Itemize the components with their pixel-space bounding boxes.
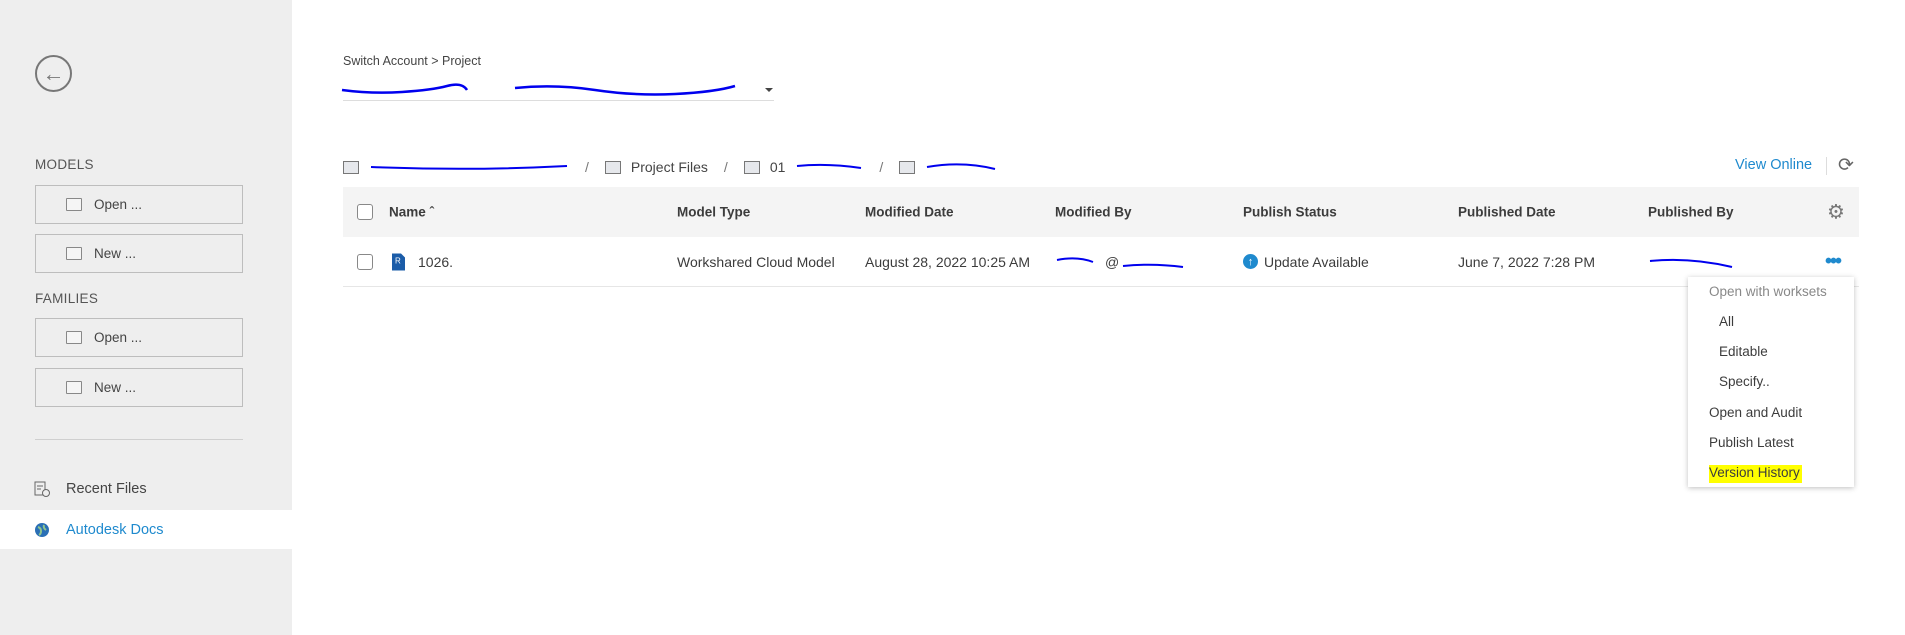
families-new-button[interactable]: New ... xyxy=(35,368,243,407)
folder-icon xyxy=(343,160,359,174)
sidebar: ← MODELS Open ... New ... FAMILIES Open … xyxy=(0,0,292,635)
column-published-date[interactable]: Published Date xyxy=(1458,205,1556,220)
model-type: Workshared Cloud Model xyxy=(677,253,835,270)
menu-item-publish-latest[interactable]: Publish Latest xyxy=(1709,435,1794,450)
redaction-scribble xyxy=(1056,256,1184,268)
models-open-label: Open ... xyxy=(94,197,143,212)
menu-item-open-and-audit[interactable]: Open and Audit xyxy=(1709,405,1802,420)
toolbar-divider xyxy=(1826,157,1827,175)
models-section-label: MODELS xyxy=(35,157,94,172)
folder-icon xyxy=(899,160,916,174)
recent-files-label: Recent Files xyxy=(66,480,147,497)
project-selector-underline xyxy=(343,100,774,101)
new-file-icon xyxy=(66,247,82,260)
refresh-icon[interactable]: ⟳ xyxy=(1838,154,1854,177)
recent-files-icon xyxy=(34,481,50,497)
project-selector-redaction[interactable] xyxy=(340,80,780,102)
folder-icon xyxy=(743,160,760,174)
path-separator: / xyxy=(879,159,884,175)
menu-item-editable[interactable]: Editable xyxy=(1719,344,1768,359)
column-publish-status[interactable]: Publish Status xyxy=(1243,205,1337,220)
column-model-type[interactable]: Model Type xyxy=(677,205,750,220)
models-new-button[interactable]: New ... xyxy=(35,234,243,273)
models-new-label: New ... xyxy=(94,246,137,261)
families-open-label: Open ... xyxy=(94,330,143,345)
menu-item-version-history[interactable]: Version History xyxy=(1709,465,1802,483)
table-row[interactable]: R 1026. Workshared Cloud Model August 28… xyxy=(343,237,1859,287)
folder-path: / Project Files / 01 / xyxy=(343,157,997,177)
select-all-checkbox[interactable] xyxy=(357,204,373,220)
globe-icon xyxy=(35,522,49,537)
new-file-icon xyxy=(66,381,82,394)
redacted-folder-name xyxy=(797,163,862,169)
row-checkbox[interactable] xyxy=(357,253,373,270)
path-folder-01[interactable]: 01 xyxy=(770,159,786,175)
path-project-files[interactable]: Project Files xyxy=(631,159,708,175)
open-folder-icon xyxy=(66,331,82,344)
modified-date: August 28, 2022 10:25 AM xyxy=(865,253,1031,270)
redacted-folder-name[interactable] xyxy=(369,162,569,172)
path-separator: / xyxy=(585,159,589,175)
redacted-current-folder xyxy=(927,163,996,170)
update-arrow-icon: ↑ xyxy=(1243,254,1258,269)
revit-file-icon: R xyxy=(392,253,405,270)
table-header: Name ˆ Model Type Modified Date Modified… xyxy=(343,187,1859,237)
families-section-label: FAMILIES xyxy=(35,291,99,306)
sort-ascending-icon: ˆ xyxy=(429,204,435,220)
publish-status: ↑ Update Available xyxy=(1243,254,1369,270)
modified-by: @ xyxy=(1055,252,1205,272)
open-folder-icon xyxy=(66,198,82,211)
view-online-link[interactable]: View Online xyxy=(1735,157,1812,173)
more-options-icon[interactable]: ••• xyxy=(1825,250,1842,273)
column-name-label: Name xyxy=(389,204,426,220)
column-modified-date[interactable]: Modified Date xyxy=(865,205,954,220)
published-date: June 7, 2022 7:28 PM xyxy=(1458,253,1595,270)
menu-item-specify[interactable]: Specify.. xyxy=(1719,374,1770,389)
column-modified-by[interactable]: Modified By xyxy=(1055,205,1132,220)
column-name[interactable]: Name ˆ xyxy=(389,205,434,220)
families-new-label: New ... xyxy=(94,380,137,395)
menu-item-all[interactable]: All xyxy=(1719,314,1734,329)
back-arrow-icon[interactable]: ← xyxy=(35,55,72,92)
autodesk-docs-label: Autodesk Docs xyxy=(66,521,164,538)
context-menu: Open with worksets All Editable Specify.… xyxy=(1688,277,1854,487)
sidebar-item-recent-files[interactable]: Recent Files xyxy=(0,469,292,508)
modified-by-at: @ xyxy=(1105,253,1120,270)
svg-text:R: R xyxy=(395,256,401,265)
path-separator: / xyxy=(723,159,728,175)
models-open-button[interactable]: Open ... xyxy=(35,185,243,224)
sidebar-divider xyxy=(35,439,243,440)
folder-icon xyxy=(604,160,621,174)
column-published-by[interactable]: Published By xyxy=(1648,205,1734,220)
gear-icon[interactable]: ⚙ xyxy=(1827,200,1845,225)
published-by-redacted xyxy=(1649,258,1733,268)
menu-header-open-with-worksets: Open with worksets xyxy=(1709,284,1827,299)
sidebar-item-autodesk-docs[interactable]: Autodesk Docs xyxy=(0,510,292,549)
publish-status-label: Update Available xyxy=(1264,253,1369,270)
breadcrumb[interactable]: Switch Account > Project xyxy=(343,54,481,68)
file-name[interactable]: 1026. xyxy=(418,254,453,270)
families-open-button[interactable]: Open ... xyxy=(35,318,243,357)
